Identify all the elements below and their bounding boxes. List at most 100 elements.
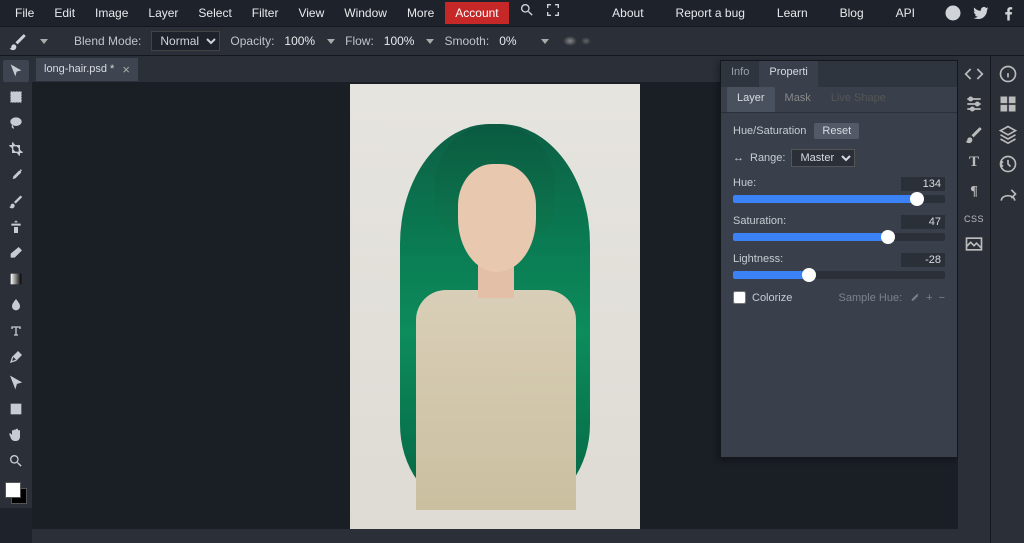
facebook-icon[interactable] — [1000, 4, 1018, 22]
eyedropper-sample-icon[interactable] — [908, 292, 920, 304]
flow-dropdown[interactable] — [426, 39, 434, 44]
image-panel-icon[interactable] — [964, 234, 984, 254]
sample-hue-label: Sample Hue: — [839, 292, 903, 304]
path-select-tool[interactable] — [3, 372, 29, 394]
color-swatch[interactable] — [5, 482, 27, 504]
horizontal-scrollbar[interactable] — [32, 529, 958, 543]
pen-tool[interactable] — [3, 346, 29, 368]
remove-sample-icon[interactable]: − — [939, 292, 945, 304]
properties-panel: Info Properti Layer Mask Live Shape Hue/… — [720, 60, 958, 458]
menu-more[interactable]: More — [398, 2, 443, 24]
subtab-layer[interactable]: Layer — [727, 87, 775, 112]
hue-slider-thumb[interactable] — [910, 192, 924, 206]
adjustments-icon[interactable] — [964, 94, 984, 114]
flow-label: Flow: — [345, 34, 374, 48]
lightness-slider-thumb[interactable] — [802, 268, 816, 282]
toolbox — [0, 56, 32, 508]
tool-options-bar: Blend Mode: Normal Opacity: 100% Flow: 1… — [0, 26, 1024, 56]
hue-label: Hue: — [733, 177, 756, 191]
menu-learn[interactable]: Learn — [768, 2, 817, 24]
flow-value[interactable]: 100% — [384, 34, 415, 48]
tab-info[interactable]: Info — [721, 61, 759, 87]
brush-tool-indicator-icon[interactable] — [8, 31, 28, 51]
document-tab-title: long-hair.psd * — [44, 63, 114, 75]
range-label: Range: — [750, 152, 785, 164]
code-icon[interactable] — [964, 64, 984, 84]
menu-about[interactable]: About — [603, 2, 652, 24]
menu-edit[interactable]: Edit — [45, 2, 84, 24]
move-tool[interactable] — [3, 60, 29, 82]
portrait-shirt — [416, 290, 576, 510]
opacity-dropdown[interactable] — [327, 39, 335, 44]
main-menu-bar: File Edit Image Layer Select Filter View… — [0, 0, 1024, 26]
menu-select[interactable]: Select — [189, 2, 240, 24]
expand-range-icon[interactable]: ↔ — [733, 152, 744, 164]
lightness-slider[interactable] — [733, 271, 945, 279]
adjustment-name: Hue/Saturation — [733, 125, 806, 137]
reset-button[interactable]: Reset — [814, 123, 859, 139]
menu-account[interactable]: Account — [445, 2, 508, 24]
hue-slider[interactable] — [733, 195, 945, 203]
add-sample-icon[interactable]: + — [926, 292, 932, 304]
clone-stamp-tool[interactable] — [3, 216, 29, 238]
document-canvas[interactable] — [350, 84, 640, 529]
gradient-tool[interactable] — [3, 268, 29, 290]
smooth-label: Smooth: — [444, 34, 489, 48]
hand-tool[interactable] — [3, 424, 29, 446]
css-panel-icon[interactable]: CSS — [964, 214, 984, 224]
type-tool[interactable] — [3, 320, 29, 342]
menu-file[interactable]: File — [6, 2, 43, 24]
actions-panel-icon[interactable] — [998, 184, 1018, 204]
paragraph-panel-icon[interactable]: ¶ — [964, 184, 984, 204]
eyedropper-tool[interactable] — [3, 164, 29, 186]
lightness-label: Lightness: — [733, 253, 783, 267]
search-icon[interactable] — [519, 2, 535, 24]
saturation-value[interactable]: 47 — [901, 215, 945, 229]
crop-tool[interactable] — [3, 138, 29, 160]
lasso-tool[interactable] — [3, 112, 29, 134]
history-panel-icon[interactable] — [998, 154, 1018, 174]
blend-mode-select[interactable]: Normal — [151, 31, 220, 51]
menu-window[interactable]: Window — [335, 2, 396, 24]
menu-image[interactable]: Image — [86, 2, 137, 24]
shape-tool[interactable] — [3, 398, 29, 420]
brush-preset-dropdown[interactable] — [40, 39, 48, 44]
brush-panel-icon[interactable] — [964, 124, 984, 144]
saturation-label: Saturation: — [733, 215, 786, 229]
swatches-panel-icon[interactable] — [998, 94, 1018, 114]
close-tab-icon[interactable]: × — [122, 62, 130, 77]
twitter-icon[interactable] — [972, 4, 990, 22]
blur-tool[interactable] — [3, 294, 29, 316]
hue-value[interactable]: 134 — [901, 177, 945, 191]
opacity-value[interactable]: 100% — [284, 34, 315, 48]
menu-blog[interactable]: Blog — [831, 2, 873, 24]
smooth-value[interactable]: 0% — [499, 34, 516, 48]
right-sidebar: T ¶ CSS — [958, 56, 1024, 543]
zoom-tool[interactable] — [3, 450, 29, 472]
brush-tip-preview[interactable] — [563, 36, 591, 46]
range-select[interactable]: Master — [791, 149, 855, 167]
eraser-tool[interactable] — [3, 242, 29, 264]
reddit-icon[interactable] — [944, 4, 962, 22]
lightness-value[interactable]: -28 — [901, 253, 945, 267]
tab-properties[interactable]: Properti — [759, 61, 818, 87]
menu-api[interactable]: API — [887, 2, 924, 24]
info-panel-icon[interactable] — [998, 64, 1018, 84]
layers-panel-icon[interactable] — [998, 124, 1018, 144]
blend-mode-label: Blend Mode: — [74, 34, 141, 48]
saturation-slider-thumb[interactable] — [881, 230, 895, 244]
marquee-tool[interactable] — [3, 86, 29, 108]
saturation-slider[interactable] — [733, 233, 945, 241]
document-tab[interactable]: long-hair.psd * × — [36, 58, 138, 81]
menu-filter[interactable]: Filter — [243, 2, 288, 24]
fullscreen-icon[interactable] — [545, 2, 561, 24]
smooth-dropdown[interactable] — [541, 39, 549, 44]
subtab-mask[interactable]: Mask — [775, 87, 821, 112]
brush-tool[interactable] — [3, 190, 29, 212]
character-panel-icon[interactable]: T — [964, 154, 984, 174]
menu-view[interactable]: View — [289, 2, 333, 24]
colorize-checkbox[interactable] — [733, 291, 746, 304]
menu-layer[interactable]: Layer — [139, 2, 187, 24]
menu-report-bug[interactable]: Report a bug — [667, 2, 754, 24]
opacity-label: Opacity: — [230, 34, 274, 48]
